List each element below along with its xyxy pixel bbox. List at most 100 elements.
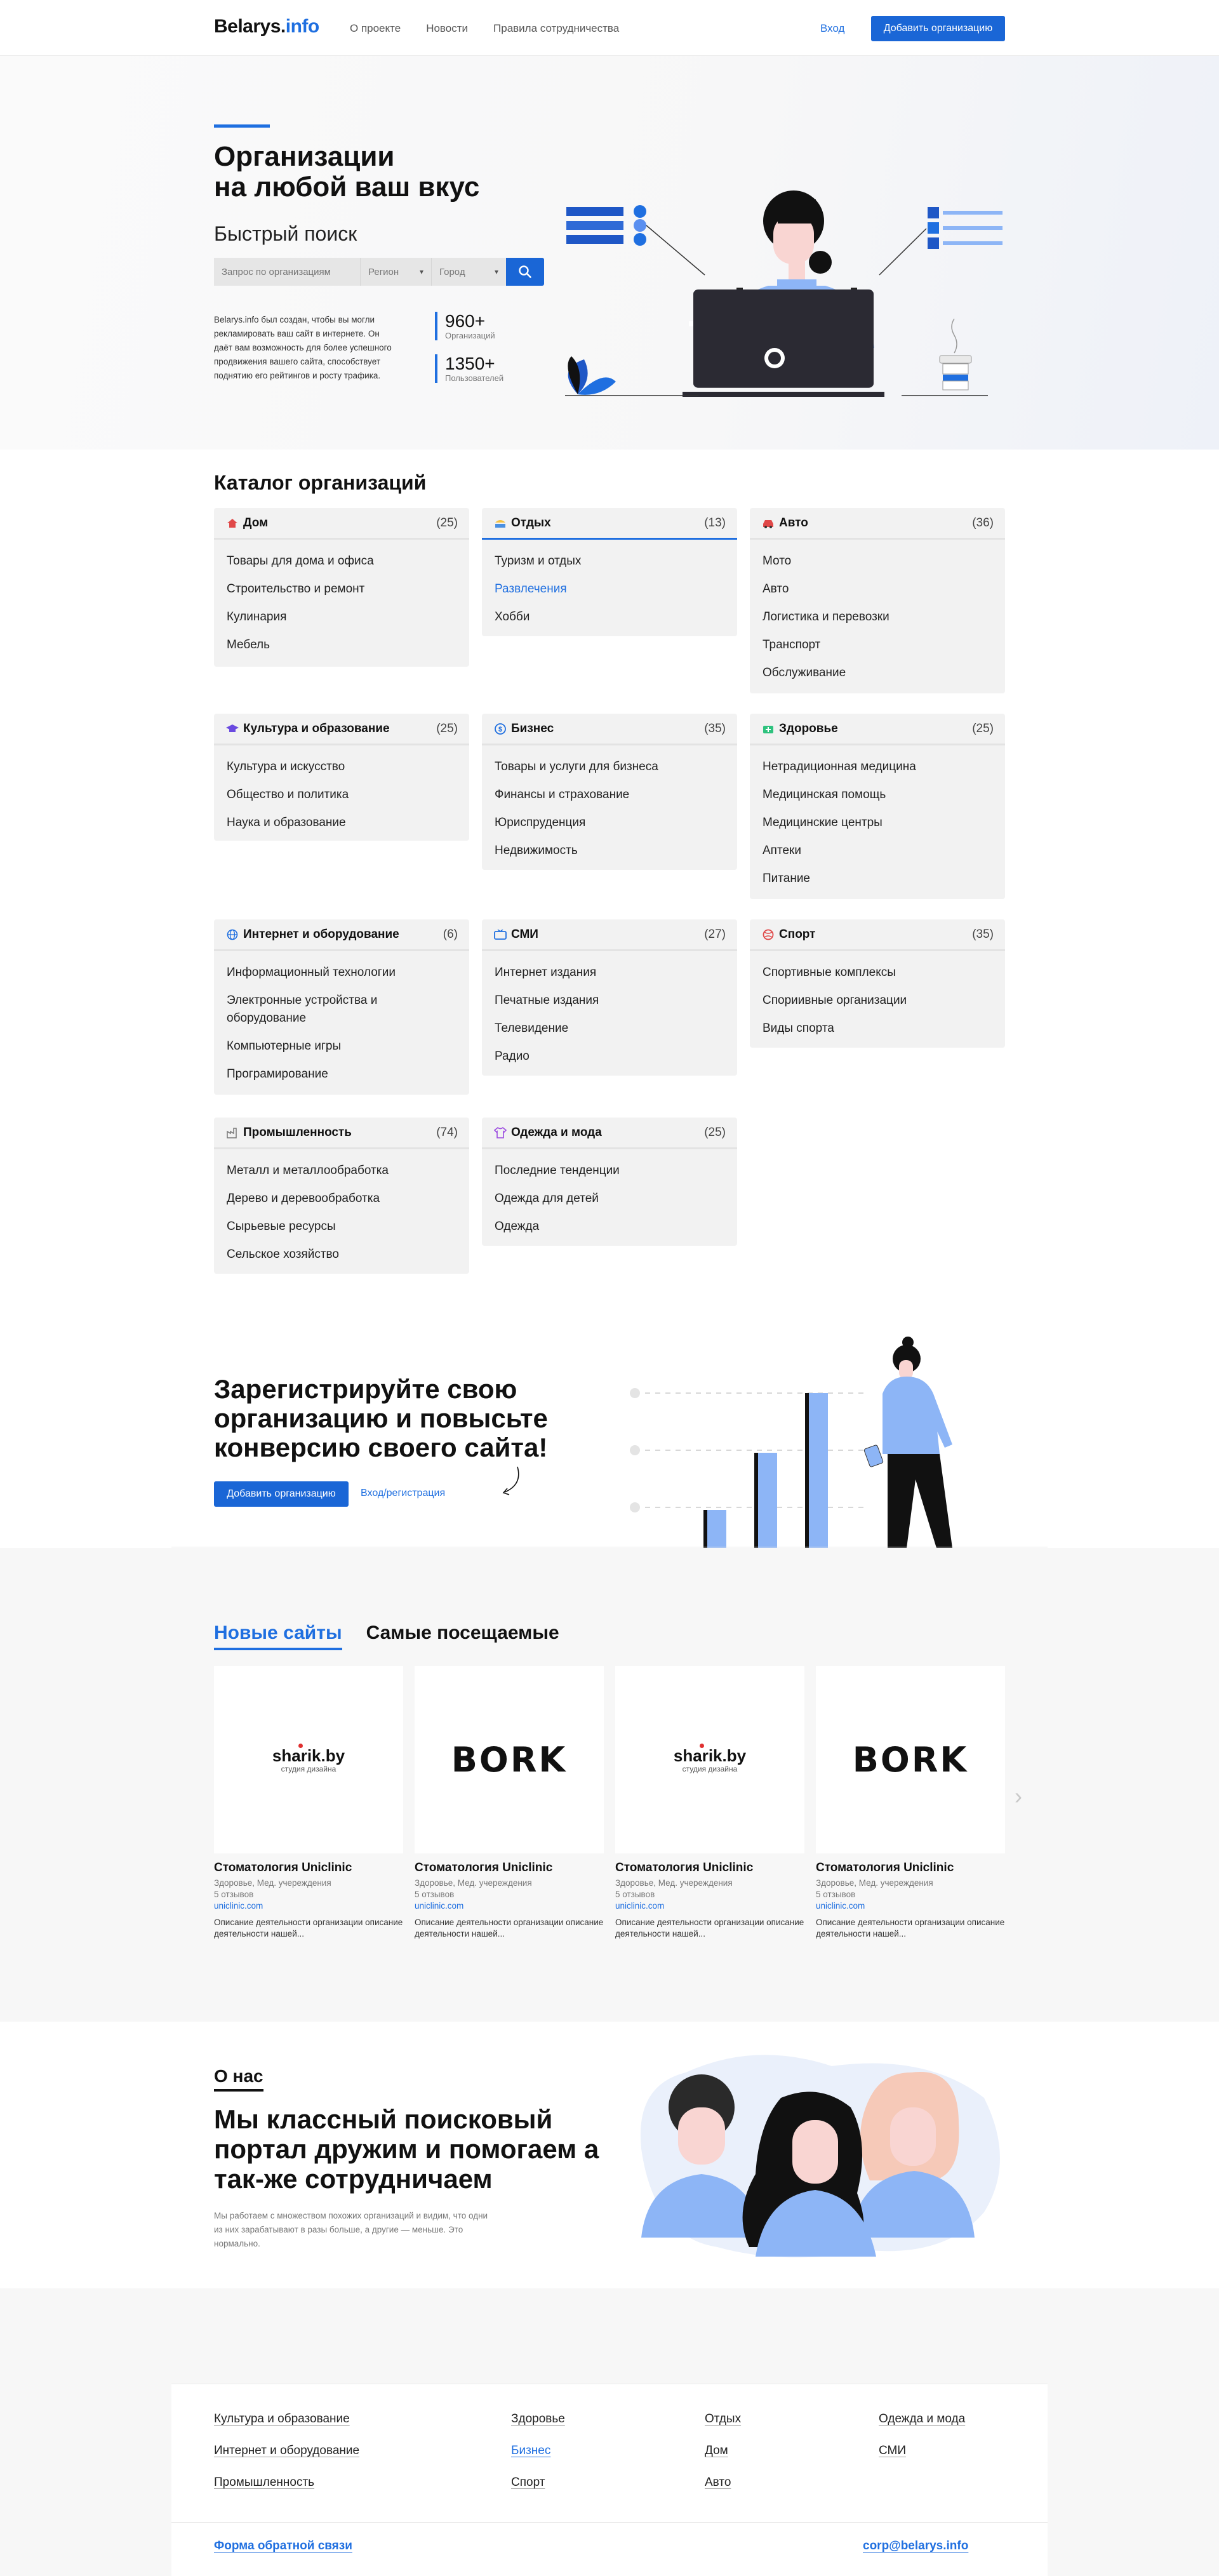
subcategory-link[interactable]: Хобби [495, 603, 724, 631]
site-tags: Здоровье, Мед. учереждения [816, 1878, 933, 1888]
subcategory-link[interactable]: Кулинария [227, 603, 456, 631]
footer-link[interactable]: Авто [705, 2476, 731, 2490]
city-select[interactable]: Город ▾ [431, 258, 506, 286]
site-url[interactable]: uniclinic.com [615, 1900, 804, 1912]
nav-rules[interactable]: Правила сотрудничества [493, 22, 619, 35]
site-url[interactable]: uniclinic.com [214, 1900, 403, 1912]
subcategory-link[interactable]: Мото [763, 547, 992, 575]
subcategory-link[interactable]: Общество и политика [227, 781, 456, 809]
subcategory-link[interactable]: Дерево и деревообработка [227, 1185, 456, 1213]
feedback-form-link[interactable]: Форма обратной связи [214, 2539, 352, 2553]
hero-section: Организации на любой ваш вкус Быстрый пои… [0, 56, 1219, 450]
about-title: Мы классный поисковый портал дружим и по… [214, 2104, 599, 2194]
footer-link[interactable]: Одежда и мода [879, 2412, 965, 2426]
category-header[interactable]: Культура и образование (25) [214, 714, 469, 745]
subcategory-link[interactable]: Компьютерные игры [227, 1032, 456, 1060]
subcategory-link[interactable]: Сельское хозяйство [227, 1241, 456, 1269]
site-description: Описание деятельности организации описан… [816, 1918, 1005, 1939]
subcategory-link[interactable]: Строительство и ремонт [227, 575, 456, 603]
subcategory-link[interactable]: Виды спорта [763, 1015, 992, 1043]
growth-chart-illustration [630, 1337, 952, 1548]
add-organization-button[interactable]: Добавить организацию [871, 16, 1005, 41]
subcategory-link[interactable]: Мебель [227, 631, 456, 659]
search-button[interactable] [506, 258, 544, 286]
subcategory-link[interactable]: Транспорт [763, 631, 992, 659]
globe-icon [225, 928, 239, 942]
region-select[interactable]: Регион ▾ [360, 258, 431, 286]
subcategory-link[interactable]: Спортивные комплексы [763, 959, 992, 987]
tab-most-visited[interactable]: Самые посещаемые [366, 1622, 559, 1650]
subcategory-link[interactable]: Одежда для детей [495, 1185, 724, 1213]
category-header[interactable]: Интернет и оборудование (6) [214, 919, 469, 951]
footer-link[interactable]: Бизнес [511, 2444, 550, 2458]
category-header[interactable]: Авто (36) [750, 508, 1005, 540]
subcategory-link[interactable]: Медицинские центры [763, 809, 992, 837]
subcategory-link[interactable]: Информационный технологии [227, 959, 456, 987]
category-header[interactable]: Дом (25) [214, 508, 469, 540]
subcategory-link[interactable]: Питание [763, 865, 992, 893]
footer-link[interactable]: Культура и образование [214, 2412, 350, 2426]
nav-about[interactable]: О проекте [350, 22, 401, 35]
about-label: О нас [214, 2066, 263, 2092]
subcategory-link[interactable]: Финансы и страхование [495, 781, 724, 809]
subcategory-link[interactable]: Туризм и отдых [495, 547, 724, 575]
footer-link[interactable]: Отдых [705, 2412, 741, 2426]
category-header[interactable]: $ Бизнес (35) [482, 714, 737, 745]
subcategory-link[interactable]: Недвижимость [495, 837, 724, 865]
site-card[interactable]: BORK Стоматология Uniclinic Здоровье, Ме… [415, 1666, 604, 1940]
subcategory-link[interactable]: Спориивные организации [763, 987, 992, 1015]
register-add-organization-button[interactable]: Добавить организацию [214, 1481, 349, 1507]
search-input[interactable] [214, 258, 360, 286]
subcategory-link[interactable]: Телевидение [495, 1015, 724, 1043]
footer-link[interactable]: Промышленность [214, 2476, 314, 2490]
site-card[interactable]: BORK Стоматология Uniclinic Здоровье, Ме… [816, 1666, 1005, 1940]
subcategory-link[interactable]: Одежда [495, 1213, 724, 1241]
site-card[interactable]: sharik.by студия дизайна Стоматология Un… [214, 1666, 403, 1940]
footer-link[interactable]: Здоровье [511, 2412, 565, 2426]
subcategory-link[interactable]: Развлечения [495, 575, 724, 603]
subcategory-link[interactable]: Програмирование [227, 1060, 456, 1088]
nav-news[interactable]: Новости [426, 22, 468, 35]
subcategory-link[interactable]: Аптеки [763, 837, 992, 865]
subcategory-link[interactable]: Авто [763, 575, 992, 603]
subcategory-link[interactable]: Электронные устройства и оборудование [227, 987, 456, 1032]
login-link[interactable]: Вход [820, 22, 844, 35]
category-header[interactable]: Отдых (13) [482, 508, 737, 540]
about-section: О нас Мы классный поисковый портал дружи… [0, 2022, 1219, 2288]
category-header[interactable]: Одежда и мода (25) [482, 1118, 737, 1149]
subcategory-link[interactable]: Радио [495, 1043, 724, 1071]
subcategory-link[interactable]: Товары для дома и офиса [227, 547, 456, 575]
subcategory-link[interactable]: Товары и услуги для бизнеса [495, 753, 724, 781]
subcategory-link[interactable]: Печатные издания [495, 987, 724, 1015]
subcategory-link[interactable]: Сырьевые ресурсы [227, 1213, 456, 1241]
site-name: Стоматология Uniclinic [816, 1861, 954, 1874]
category-header[interactable]: Промышленность (74) [214, 1118, 469, 1149]
category-header[interactable]: Спорт (35) [750, 919, 1005, 951]
subcategory-link[interactable]: Интернет издания [495, 959, 724, 987]
tab-new-sites[interactable]: Новые сайты [214, 1622, 342, 1650]
stat-users: 1350+ Пользователей [435, 354, 503, 383]
subcategory-link[interactable]: Культура и искусство [227, 753, 456, 781]
footer-link[interactable]: Дом [705, 2444, 728, 2458]
dollar-icon: $ [493, 722, 507, 736]
footer-link[interactable]: Спорт [511, 2476, 545, 2490]
category-header[interactable]: СМИ (27) [482, 919, 737, 951]
footer-link[interactable]: СМИ [879, 2444, 906, 2458]
subcategory-link[interactable]: Юриспруденция [495, 809, 724, 837]
subcategory-link[interactable]: Металл и металлообработка [227, 1157, 456, 1185]
category-header[interactable]: Здоровье (25) [750, 714, 1005, 745]
email-link[interactable]: corp@belarys.info [863, 2539, 968, 2553]
subcategory-link[interactable]: Медицинская помощь [763, 781, 992, 809]
chevron-right-icon[interactable]: › [1015, 1783, 1022, 1810]
register-login-link[interactable]: Вход/регистрация [361, 1488, 445, 1499]
site-card[interactable]: sharik.by студия дизайна Стоматология Un… [615, 1666, 804, 1940]
site-url[interactable]: uniclinic.com [816, 1900, 1005, 1912]
site-logo[interactable]: Belarys.info [214, 16, 319, 37]
footer-link[interactable]: Интернет и оборудование [214, 2444, 359, 2458]
site-url[interactable]: uniclinic.com [415, 1900, 604, 1912]
subcategory-link[interactable]: Наука и образование [227, 809, 456, 837]
subcategory-link[interactable]: Обслуживание [763, 659, 992, 687]
subcategory-link[interactable]: Последние тенденции [495, 1157, 724, 1185]
subcategory-link[interactable]: Логистика и перевозки [763, 603, 992, 631]
subcategory-link[interactable]: Нетрадиционная медицина [763, 753, 992, 781]
